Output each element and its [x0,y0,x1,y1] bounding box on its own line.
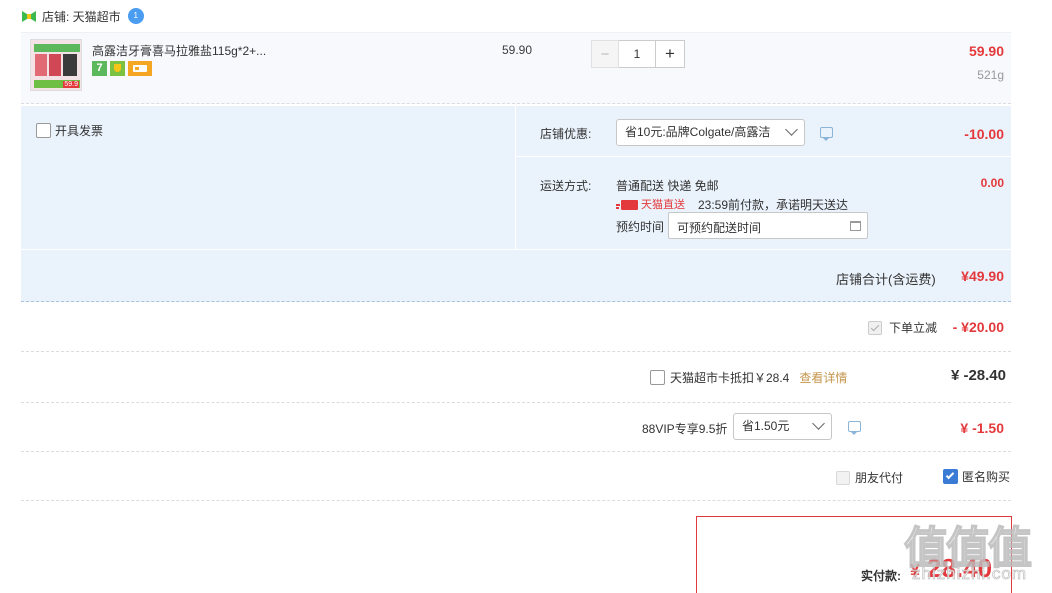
thumb-price: 59.9 [63,81,79,88]
item-tags: 7 [92,61,152,76]
discount-label: 下单立减 [889,321,938,335]
anonymous-checkbox[interactable] [943,469,958,484]
panel-divider-vertical [515,106,516,249]
quantity-input[interactable] [619,40,655,68]
vip-select-value: 省1.50元 [742,419,790,433]
unit-price: 59.90 [502,43,533,57]
delivery-brand-name: 天猫直送 [641,199,685,211]
schedule-input[interactable]: 可预约配送时间 [668,212,868,239]
tmall-cat-icon [616,199,638,210]
shop-icon [22,10,36,22]
watermark-url: zhizhizhi.com [912,564,1028,584]
vip-label: 88VIP专享9.5折 [642,422,728,436]
row-separator [21,500,1011,501]
delivery-method: 普通配送 快递 免邮 [616,179,719,193]
delivery-label: 运送方式: [540,179,592,193]
chevron-down-icon [785,123,798,136]
vip-message-icon[interactable] [848,421,861,435]
discount-checkbox [868,320,882,335]
promo-select[interactable]: 省10元:品牌Colgate/高露洁 [616,119,805,146]
promo-label: 店铺优惠: [540,127,592,141]
invoice-option[interactable]: 开具发票 [36,122,103,139]
panel-divider-horizontal [516,156,1011,157]
delivery-promise: 23:59前付款，承诺明天送达 [698,198,849,212]
row-separator [21,402,1011,403]
item-subtotal: 59.90 [968,43,1004,59]
delivery-brand: 天猫直送 [616,196,685,212]
card-label: 天猫超市卡抵扣￥28.4 [670,371,790,385]
item-weight: 521g [977,68,1004,82]
shop-name[interactable]: 店铺: 天猫超市 [42,8,121,25]
pay-label: 实付款: [861,569,901,583]
item-thumbnail[interactable]: 59.9 [30,39,82,91]
row-separator [21,451,1011,452]
vip-amount: ¥ -1.50 [960,420,1004,436]
promo-amount: -10.00 [964,126,1004,142]
card-amount: ¥ -28.40 [950,367,1006,384]
guarantee-icon [110,61,125,76]
friend-pay-label: 朋友代付 [855,471,904,485]
calendar-icon[interactable] [850,221,861,231]
schedule-label: 预约时间 [616,220,665,234]
shop-total-label: 店铺合计(含运费) [836,272,936,287]
promo-message-icon[interactable] [820,127,833,141]
row-separator [21,351,1011,352]
invoice-label: 开具发票 [55,124,104,138]
delivery-amount: 0.00 [980,176,1004,190]
seven-day-return-icon: 7 [92,61,107,76]
card-details-link[interactable]: 查看详情 [799,369,847,386]
friend-pay-option: 朋友代付 [836,469,903,486]
quantity-plus-button[interactable]: + [655,40,685,68]
card-checkbox[interactable] [650,370,665,385]
vip-select[interactable]: 省1.50元 [733,413,832,440]
anonymous-option[interactable]: 匿名购买 [943,468,1010,485]
chevron-down-icon [812,417,825,430]
anonymous-label: 匿名购买 [962,470,1011,484]
friend-pay-checkbox [836,470,850,485]
card-pay-icon [128,61,152,76]
card-option[interactable]: 天猫超市卡抵扣￥28.4 查看详情 [650,369,847,386]
quantity-stepper: − + [591,40,685,68]
quantity-minus-button[interactable]: − [591,40,619,68]
invoice-checkbox[interactable] [36,123,51,138]
watermark: 值值值 zhizhizhi.com [903,512,1049,592]
schedule-placeholder: 可预约配送时间 [677,221,762,235]
shop-header: 店铺: 天猫超市 1 [22,8,144,24]
panel-divider-total [21,249,1011,250]
discount-option: 下单立减 [868,319,937,336]
discount-amount: - ¥20.00 [952,319,1004,335]
shop-chat-icon[interactable]: 1 [127,8,144,24]
item-title[interactable]: 高露洁牙膏喜马拉雅盐115g*2+... [92,42,266,59]
promo-select-value: 省10元:品牌Colgate/高露洁 [625,125,771,139]
shop-total-amount: ¥49.90 [961,268,1004,284]
